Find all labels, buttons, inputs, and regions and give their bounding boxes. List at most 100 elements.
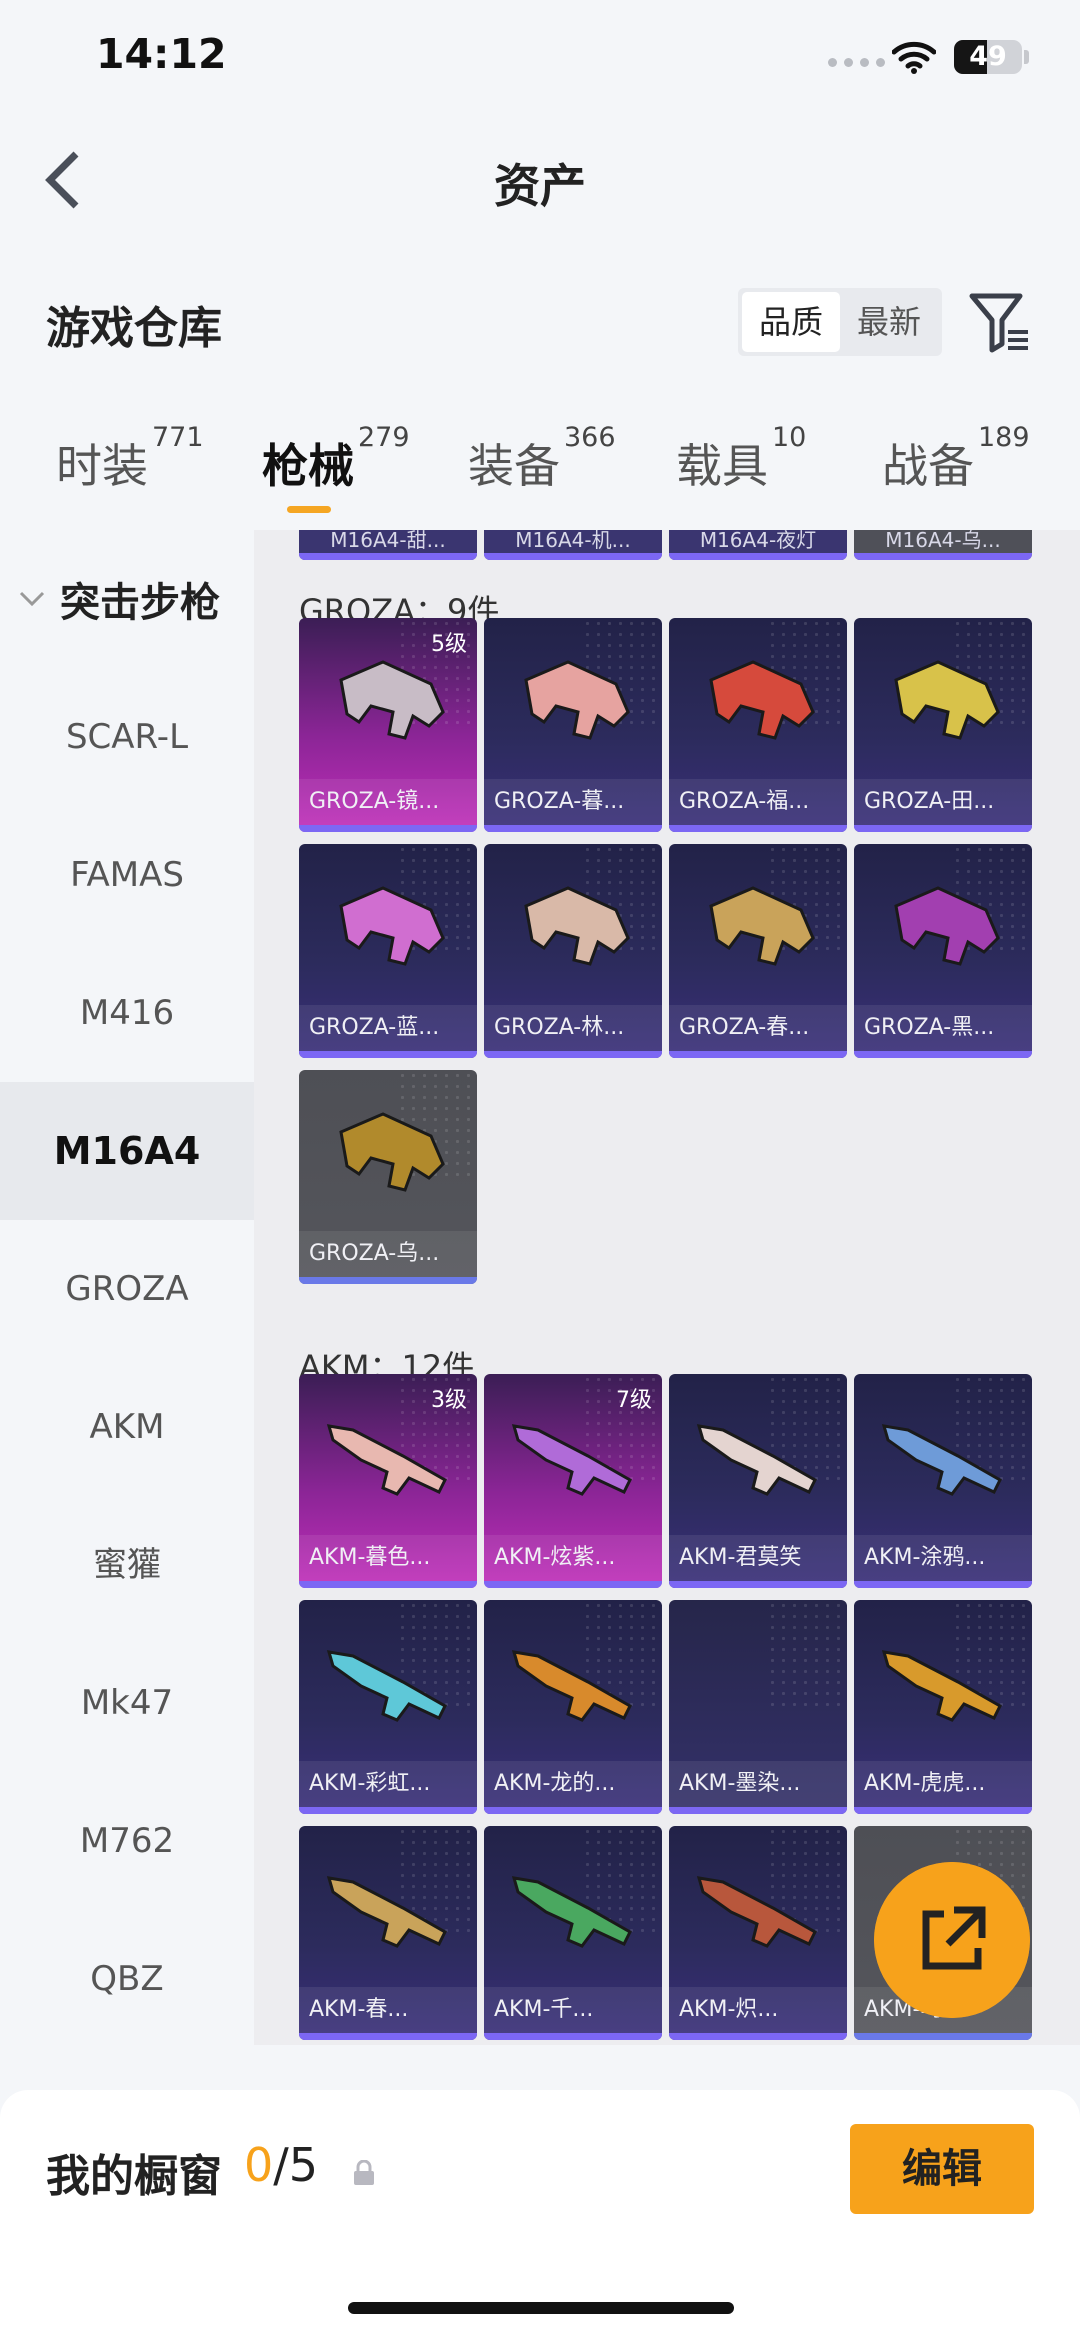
card-rarity-bar: [669, 1581, 847, 1588]
tab-equipment[interactable]: 装备366: [468, 422, 616, 496]
item-card[interactable]: AKM-炽...: [669, 1826, 847, 2040]
item-card[interactable]: 5级 GROZA-镜...: [299, 618, 477, 832]
weapon-skin-icon: [709, 886, 815, 966]
cellular-signal-icon: [828, 58, 885, 67]
card-rarity-bar: [484, 825, 662, 832]
card-rarity-bar: [299, 825, 477, 832]
category-tabs: 时装771 枪械279 装备366 载具10 战备189: [0, 422, 1080, 530]
share-button[interactable]: [874, 1862, 1030, 2018]
item-card[interactable]: AKM-涂鸦...: [854, 1374, 1032, 1588]
showcase-panel: 我的橱窗 0/5 编辑: [0, 2090, 1080, 2339]
card-rarity-bar: [669, 1051, 847, 1058]
item-card[interactable]: AKM-君莫笑: [669, 1374, 847, 1588]
weapon-skin-icon: [339, 1112, 445, 1192]
showcase-count-total: /5: [273, 2138, 319, 2192]
sidebar-group-label: 突击步枪: [60, 580, 220, 626]
card-rarity-bar: [484, 1051, 662, 1058]
tab-supplies[interactable]: 战备189: [882, 422, 1030, 496]
weapon-skin-icon: [894, 660, 1000, 740]
card-rarity-bar: [854, 2033, 1032, 2040]
sidebar-item-m16a4[interactable]: M16A4: [0, 1082, 254, 1220]
weapon-skin-icon: [894, 886, 1000, 966]
item-card[interactable]: GROZA-暮...: [484, 618, 662, 832]
item-card[interactable]: M16A4-乌...: [854, 530, 1032, 560]
item-name: AKM-彩虹...: [299, 1761, 477, 1807]
page-title: 资产: [494, 159, 586, 213]
weapon-skin-icon: [339, 660, 445, 740]
card-rarity-bar: [484, 2033, 662, 2040]
sidebar-item-scar-l[interactable]: SCAR-L: [0, 668, 254, 806]
item-card[interactable]: AKM-彩虹...: [299, 1600, 477, 1814]
weapon-skin-icon: [696, 1876, 817, 1948]
tab-label: 战备: [882, 439, 974, 493]
card-rarity-bar: [299, 1581, 477, 1588]
item-card[interactable]: AKM-虎虎...: [854, 1600, 1032, 1814]
item-level-badge: 5级: [431, 632, 467, 657]
warehouse-title: 游戏仓库: [46, 303, 222, 354]
battery-icon: 49: [954, 40, 1022, 74]
sort-toggle: 品质 最新: [738, 288, 942, 356]
sidebar-item-mk47[interactable]: Mk47: [0, 1634, 254, 1772]
item-card[interactable]: M16A4-甜...: [299, 530, 477, 560]
filter-icon[interactable]: [968, 290, 1032, 356]
card-rarity-bar: [484, 1581, 662, 1588]
item-card[interactable]: GROZA-黑...: [854, 844, 1032, 1058]
tab-count: 189: [978, 422, 1030, 453]
item-name: GROZA-暮...: [484, 779, 662, 825]
card-rarity-bar: [299, 1051, 477, 1058]
weapon-skin-icon: [524, 886, 630, 966]
item-name: M16A4-甜...: [330, 530, 446, 552]
item-card[interactable]: AKM-墨染...: [669, 1600, 847, 1814]
item-card[interactable]: AKM-千...: [484, 1826, 662, 2040]
item-card[interactable]: AKM-春...: [299, 1826, 477, 2040]
tab-fashion[interactable]: 时装771: [56, 422, 204, 496]
item-name: M16A4-乌...: [885, 530, 1001, 552]
weapon-skin-icon: [511, 1650, 632, 1722]
item-card[interactable]: 3级 AKM-暮色...: [299, 1374, 477, 1588]
sidebar-item-m762[interactable]: M762: [0, 1772, 254, 1910]
item-name: GROZA-蓝...: [299, 1005, 477, 1051]
card-rarity-bar: [854, 1581, 1032, 1588]
item-card[interactable]: M16A4-夜灯: [669, 530, 847, 560]
item-card[interactable]: GROZA-田...: [854, 618, 1032, 832]
card-rarity-bar: [299, 1807, 477, 1814]
sidebar-item-qbz[interactable]: QBZ: [0, 1910, 254, 2045]
item-card[interactable]: 7级 AKM-炫紫...: [484, 1374, 662, 1588]
showcase-count: 0/5: [244, 2138, 318, 2192]
tab-firearms[interactable]: 枪械279: [262, 422, 410, 496]
item-name: M16A4-机...: [515, 530, 631, 552]
weapon-skin-icon: [326, 1424, 447, 1496]
sidebar-item-famas[interactable]: FAMAS: [0, 806, 254, 944]
item-card[interactable]: GROZA-乌...: [299, 1070, 477, 1284]
item-name: AKM-炫紫...: [484, 1535, 662, 1581]
item-card[interactable]: M16A4-机...: [484, 530, 662, 560]
sidebar-item-groza[interactable]: GROZA: [0, 1220, 254, 1358]
edit-button[interactable]: 编辑: [850, 2124, 1034, 2214]
tab-count: 771: [152, 422, 204, 453]
tab-label: 时装: [56, 439, 148, 493]
sidebar-item-akm[interactable]: AKM: [0, 1358, 254, 1496]
weapon-skin-icon: [326, 1876, 447, 1948]
chevron-down-icon: [19, 591, 45, 607]
item-card[interactable]: GROZA-福...: [669, 618, 847, 832]
tab-vehicles[interactable]: 载具10: [676, 422, 806, 496]
item-name: GROZA-福...: [669, 779, 847, 825]
sidebar-item-honey-badger[interactable]: 蜜獾: [0, 1496, 254, 1634]
item-name: GROZA-林...: [484, 1005, 662, 1051]
sidebar-group-assault-rifles[interactable]: 突击步枪: [18, 570, 220, 628]
weapon-grid: M16A4-甜... M16A4-机... M16A4-夜灯 M16A4-乌..…: [254, 530, 1080, 2045]
sort-by-quality[interactable]: 品质: [742, 292, 840, 352]
item-card[interactable]: AKM-龙的...: [484, 1600, 662, 1814]
item-card[interactable]: GROZA-蓝...: [299, 844, 477, 1058]
item-name: GROZA-春...: [669, 1005, 847, 1051]
card-pattern: [767, 1600, 847, 1710]
item-name: AKM-君莫笑: [669, 1535, 847, 1581]
item-card[interactable]: GROZA-林...: [484, 844, 662, 1058]
home-indicator: [348, 2302, 734, 2314]
item-name: AKM-暮色...: [299, 1535, 477, 1581]
item-card[interactable]: GROZA-春...: [669, 844, 847, 1058]
weapon-skin-icon: [709, 660, 815, 740]
sort-by-latest[interactable]: 最新: [840, 292, 938, 352]
item-name: AKM-虎虎...: [854, 1761, 1032, 1807]
sidebar-item-m416[interactable]: M416: [0, 944, 254, 1082]
